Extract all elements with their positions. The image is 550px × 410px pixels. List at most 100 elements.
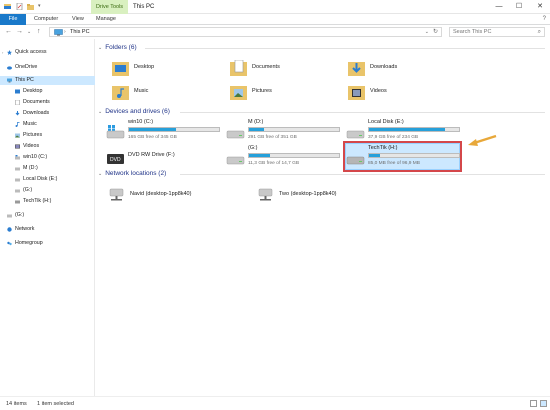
dvd-drive-icon: DVD (107, 154, 124, 164)
refresh-button[interactable]: ↻ (433, 28, 438, 37)
details-view-icon[interactable] (530, 400, 537, 407)
navigation-pane: › Quick access OneDrive This PC Desktop … (0, 39, 95, 396)
drive-icon (15, 189, 20, 193)
close-button[interactable]: ✕ (530, 0, 550, 14)
computer-icon (54, 29, 63, 36)
help-button[interactable]: ? (543, 16, 546, 22)
chevron-down-icon: ⌄ (98, 45, 103, 51)
new-folder-icon[interactable] (27, 3, 34, 10)
explorer-app-icon[interactable] (4, 3, 11, 10)
search-input[interactable] (450, 28, 530, 36)
downloads-folder-icon (15, 111, 20, 116)
folder-downloads[interactable]: Downloads (348, 58, 458, 80)
drive-icon (7, 214, 12, 218)
title-bar: ▾ Drive Tools This PC — ☐ ✕ (0, 0, 550, 14)
breadcrumb-this-pc[interactable]: This PC (70, 28, 90, 37)
windows-drive-icon (106, 125, 125, 139)
downloads-folder-icon (348, 62, 365, 76)
chevron-down-icon: ⌄ (98, 171, 103, 177)
network-drive-icon (258, 188, 273, 201)
drive-g[interactable]: (G:) 11,3 GB free of 14,7 GB (226, 145, 346, 171)
drive-usage-bar (248, 153, 340, 158)
tab-file[interactable]: File (0, 14, 26, 25)
documents-folder-icon (230, 60, 247, 76)
pictures-folder-icon (230, 86, 247, 100)
drive-usage-fill (129, 128, 176, 131)
window-title: This PC (133, 4, 155, 10)
tab-view[interactable]: View (72, 14, 84, 25)
folders-group-header[interactable]: ⌄ Folders (6) (98, 43, 137, 52)
star-icon (7, 50, 12, 55)
folder-pictures[interactable]: Pictures (230, 82, 340, 104)
drive-icon (226, 130, 245, 139)
item-count: 14 items (6, 401, 27, 407)
chevron-right-icon[interactable]: › (2, 48, 3, 57)
documents-folder-icon (15, 100, 20, 105)
network-icon (7, 227, 12, 232)
drive-usage-fill (249, 128, 265, 131)
music-folder-icon (112, 86, 129, 100)
videos-folder-icon (15, 144, 20, 149)
drive-icon (15, 167, 20, 171)
network-group-header[interactable]: ⌄ Network locations (2) (98, 169, 166, 178)
tab-computer[interactable]: Computer (34, 14, 58, 25)
search-box[interactable]: ⌕ (449, 27, 545, 37)
forward-button[interactable]: → (16, 27, 23, 37)
folder-desktop[interactable]: Desktop (112, 58, 222, 80)
search-icon: ⌕ (537, 29, 541, 35)
network-location-navid[interactable]: Navid (desktop-1pp8k40) (108, 184, 238, 206)
drives-group-header[interactable]: ⌄ Devices and drives (6) (98, 107, 170, 116)
videos-folder-icon (348, 86, 365, 100)
drive-usage-fill (369, 154, 380, 157)
cloud-icon (7, 66, 12, 70)
drive-win10-c[interactable]: win10 (C:) 165 GB free of 345 GB (106, 119, 226, 145)
tab-manage[interactable]: Manage (96, 14, 116, 25)
windows-drive-icon (15, 155, 20, 160)
homegroup-icon (7, 241, 12, 246)
network-drive-icon (109, 188, 124, 201)
folder-videos[interactable]: Videos (348, 82, 458, 104)
chevron-down-icon: ⌄ (98, 109, 103, 115)
up-button[interactable]: ↑ (37, 27, 41, 37)
address-bar[interactable]: › This PC ⌄ ↻ (49, 27, 442, 37)
selection-count: 1 item selected (37, 401, 74, 407)
group-divider (145, 48, 545, 49)
recent-locations-button[interactable]: ⌄ (27, 27, 31, 37)
music-folder-icon (15, 122, 20, 127)
drive-dvd-f[interactable]: DVD DVD RW Drive (F:) (106, 145, 226, 171)
drive-usage-bar (368, 153, 460, 158)
drive-usage-bar (368, 127, 460, 132)
quick-access-dropdown-icon[interactable]: ▾ (38, 3, 45, 10)
folder-documents[interactable]: Documents (230, 58, 340, 80)
pictures-folder-icon (15, 133, 20, 138)
drive-icon (346, 130, 365, 139)
back-button[interactable]: ← (5, 27, 12, 37)
address-dropdown-icon[interactable]: ⌄ (425, 28, 429, 37)
properties-icon[interactable] (16, 3, 23, 10)
drive-icon (15, 178, 20, 182)
drive-tools-context-tab: Drive Tools (91, 0, 128, 14)
usb-drive-icon (346, 156, 365, 165)
svg-text:DVD: DVD (110, 157, 121, 163)
ribbon-tabs: File Computer View Manage ? (0, 14, 550, 25)
breadcrumb-separator-icon: › (64, 29, 66, 35)
desktop-folder-icon (112, 62, 129, 76)
maximize-button[interactable]: ☐ (509, 0, 529, 14)
drive-usage-bar (128, 127, 220, 132)
drive-local-disk-e[interactable]: Local Disk (E:) 37,9 GB free of 234 GB (346, 119, 466, 145)
drive-usage-bar (248, 127, 340, 132)
large-icons-view-icon[interactable] (540, 400, 547, 407)
usb-drive-icon (15, 200, 20, 204)
status-bar: 14 items 1 item selected (0, 396, 550, 410)
network-location-two[interactable]: Two (desktop-1pp8k40) (257, 184, 387, 206)
group-divider (180, 112, 545, 113)
drive-m-d[interactable]: M (D:) 291 GB free of 351 GB (226, 119, 346, 145)
group-divider (180, 174, 545, 175)
minimize-button[interactable]: — (489, 0, 509, 14)
drive-usage-fill (249, 154, 270, 157)
drive-usage-fill (369, 128, 445, 131)
drive-icon (226, 156, 245, 165)
computer-icon (7, 78, 12, 83)
folder-music[interactable]: Music (112, 82, 222, 104)
drive-techtik-h[interactable]: TechTik (H:) 85,0 MB free of 96,9 MB (346, 145, 466, 171)
